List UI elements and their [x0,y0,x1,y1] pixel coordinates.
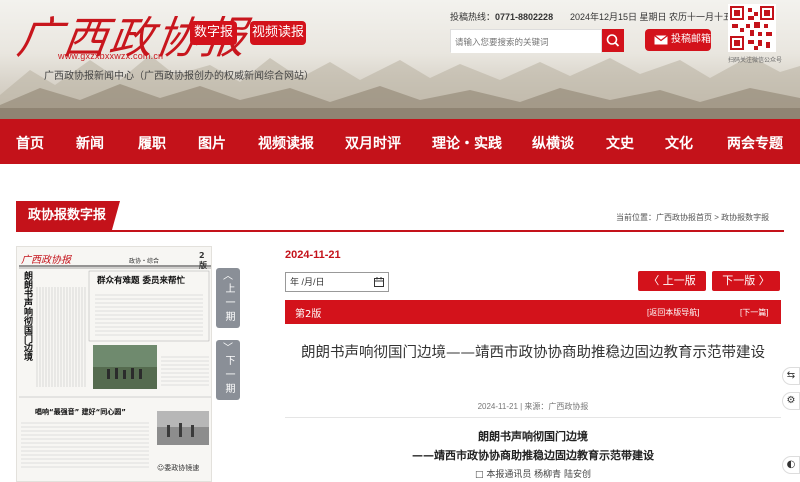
article-byline: □ 本报通讯员 杨柳青 陆安创 [474,470,592,480]
paper-masthead: 广西政协报 [21,255,71,266]
section-title: 政协报数字报 [16,201,120,231]
mail-label: 投稿邮箱 [671,34,711,45]
logo-url: www.gxzxbxxwzx.com.cn [58,51,164,61]
paper-bottom-label: ☺委政协镜速 [157,464,200,472]
site-subtitle: 广西政协报新闻中心（广西政协报创办的权威新闻综合网站） [44,71,314,82]
date-picker[interactable]: 年 /月/日 [285,272,389,292]
next-page-button[interactable]: 下一版 〉 [712,271,780,291]
mail-icon [654,35,668,45]
calendar-icon [374,277,384,287]
digital-paper-button[interactable]: 数字报 [190,21,237,45]
nav-item-culture[interactable]: 文化 [665,133,693,153]
qr-code-icon [730,6,774,50]
hotline-label: 投稿热线： [450,12,496,22]
newspaper-page-thumbnail[interactable]: 广西政协报 政协・综合 2版 朗朗书声响彻国门边境 群众有难题 委员来帮忙 唱响… [16,246,212,482]
main-nav: 首页 新闻 履职 图片 视频读报 双月时评 理论・实践 纵横谈 文史 文化 两会… [0,119,800,164]
nav-item-news[interactable]: 新闻 [76,133,104,153]
nav-item-zongheng[interactable]: 纵横谈 [532,133,574,153]
chevron-up-icon: ︿ [223,271,233,282]
previous-issue-label: 上一期 [223,283,234,325]
publication-date: 2024-11-21 [285,249,341,261]
article-subheading: ——靖西市政协协商助推稳边固边教育示范带建设 [412,449,654,462]
nav-item-photos[interactable]: 图片 [198,133,226,153]
breadcrumb[interactable]: 当前位置：广西政协报首页 > 政协报数字报 [616,212,769,223]
article-divider [285,417,781,418]
next-article-link[interactable]: [下一篇] [740,307,768,318]
nav-item-history[interactable]: 文史 [606,133,634,153]
submit-mail-button[interactable]: 投稿邮箱 [645,29,711,51]
translate-tool-button[interactable]: ⇆ [782,367,800,385]
video-read-button[interactable]: 视频读报 [250,21,306,45]
next-issue-label: 下一期 [223,355,234,397]
nav-item-duty[interactable]: 履职 [138,133,166,153]
hotline: 投稿热线：0771-8802228 [450,10,553,23]
section-underline [16,230,784,232]
hotline-number: 0771-8802228 [495,12,554,22]
previous-page-button[interactable]: 〈 上一版 [638,271,706,291]
date-picker-value: 年 /月/日 [290,277,325,287]
article-title: 朗朗书声响彻国门边境——靖西市政协协商助推稳边固边教育示范带建设 [301,345,765,361]
search-button[interactable] [602,29,624,52]
paper-headline-3: 唱响“最强音” 建好“同心圆” [35,408,126,416]
next-issue-button[interactable]: ﹀ 下一期 [216,340,240,400]
paper-section: 政协・综合 [129,258,160,265]
nav-item-video[interactable]: 视频读报 [258,133,314,153]
paper-headline-2: 群众有难题 委员来帮忙 [97,276,185,286]
back-to-page-nav-link[interactable]: [返回本版导航] [647,307,699,318]
search-box [450,29,602,53]
site-header: 广西政协报 www.gxzxbxxwzx.com.cn 广西政协报新闻中心（广西… [0,0,800,119]
previous-issue-button[interactable]: ︿ 上一期 [216,268,240,328]
nav-item-two-sessions[interactable]: 两会专题 [727,133,783,153]
qr-code [728,4,776,52]
paper-page-number: 2版 [199,251,207,270]
qr-caption: 扫码关注微信公众号 [728,57,783,64]
article-heading: 朗朗书声响彻国门边境 [478,430,588,443]
paper-headline-vertical: 朗朗书声响彻国门边境 [22,271,32,361]
nav-item-theory[interactable]: 理论・实践 [432,133,502,153]
search-icon [606,34,620,47]
article-meta: 2024-11-21 | 来源：广西政协报 [477,402,589,411]
nav-item-commentary[interactable]: 双月时评 [345,133,401,153]
page-bar: 第2版 [返回本版导航] [下一篇] [285,300,781,324]
page-name: 第2版 [295,309,322,320]
settings-tool-button[interactable]: ⚙ [782,392,800,410]
chevron-down-icon: ﹀ [223,343,233,354]
contrast-tool-button[interactable]: ◐ [782,456,800,474]
current-date: 2024年12月15日 星期日 农历十一月十五 [570,12,733,22]
search-input[interactable] [451,31,601,53]
nav-item-home[interactable]: 首页 [16,133,44,153]
